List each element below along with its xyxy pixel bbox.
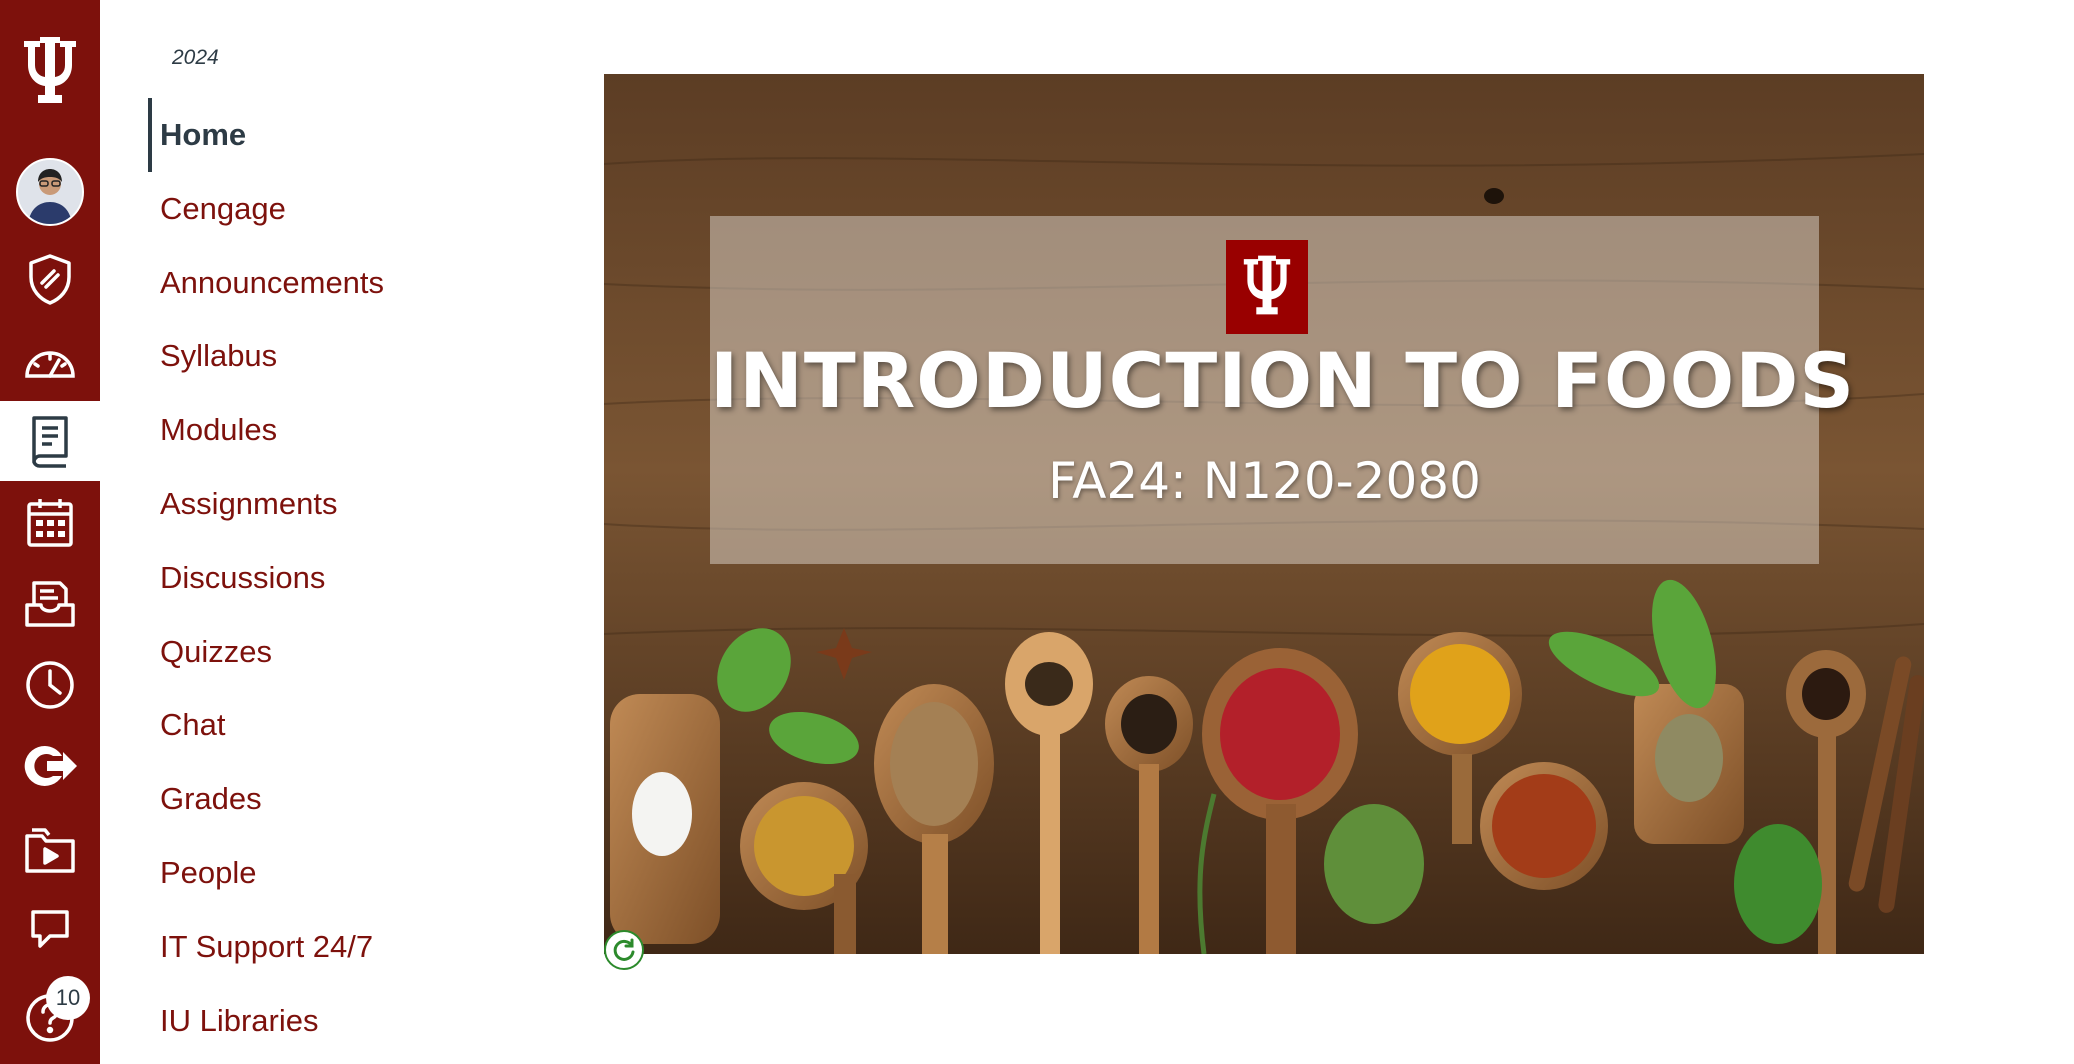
inbox-nav-item[interactable] [0, 564, 100, 644]
help-notification-badge: 10 [46, 976, 90, 1020]
course-term: 2024 [172, 46, 219, 69]
course-nav-assignments[interactable]: Assignments [148, 467, 384, 541]
course-nav-announcements[interactable]: Announcements [148, 246, 384, 320]
avatar [16, 158, 84, 226]
history-nav-item[interactable] [0, 645, 100, 725]
studio-nav-item[interactable] [0, 808, 100, 888]
feedback-nav-item[interactable] [0, 889, 100, 969]
admin-shield-icon [25, 253, 75, 305]
commons-icon [23, 744, 77, 788]
course-title-panel: INTRODUCTION TO FOODS FA24: N120-2080 [710, 216, 1856, 564]
course-nav-syllabus[interactable]: Syllabus [148, 319, 384, 393]
iu-trident-icon [21, 33, 79, 107]
global-navigation: 10 [0, 0, 100, 1064]
calendar-nav-item[interactable] [0, 482, 100, 562]
dashboard-icon [23, 340, 77, 380]
iu-trident-icon [1241, 252, 1293, 323]
course-nav-quizzes[interactable]: Quizzes [148, 615, 384, 689]
account-nav-item[interactable] [0, 152, 100, 232]
course-nav-cengage[interactable]: Cengage [148, 172, 384, 246]
dashboard-nav-item[interactable] [0, 320, 100, 400]
feedback-icon [28, 907, 72, 951]
course-nav-home[interactable]: Home [148, 98, 384, 172]
courses-icon [28, 414, 72, 468]
course-nav-discussions[interactable]: Discussions [148, 541, 384, 615]
courses-nav-item[interactable] [0, 401, 100, 481]
course-nav-iu-libraries[interactable]: IU Libraries [148, 984, 384, 1058]
course-nav-chat[interactable]: Chat [148, 688, 384, 762]
commons-nav-item[interactable] [0, 726, 100, 806]
inbox-icon [24, 579, 76, 629]
iu-logo [1226, 240, 1308, 334]
refresh-icon[interactable] [604, 930, 644, 970]
course-navigation: 2024 Home Cengage Announcements Syllabus… [148, 0, 568, 1064]
course-title: INTRODUCTION TO FOODS [710, 336, 1856, 425]
course-banner-image: INTRODUCTION TO FOODS FA24: N120-2080 [604, 74, 1924, 954]
admin-nav-item[interactable] [0, 239, 100, 319]
course-nav-it-support[interactable]: IT Support 24/7 [148, 910, 384, 984]
iu-logo-link[interactable] [0, 30, 100, 110]
course-code: FA24: N120-2080 [1048, 452, 1481, 510]
studio-icon [24, 822, 76, 874]
canvas-course-home: 10 2024 Home Cengage Announcements Sylla… [0, 0, 2074, 1064]
course-nav-people[interactable]: People [148, 836, 384, 910]
course-nav-modules[interactable]: Modules [148, 393, 384, 467]
history-icon [24, 659, 76, 711]
course-nav-list: Home Cengage Announcements Syllabus Modu… [148, 98, 384, 1057]
course-nav-grades[interactable]: Grades [148, 762, 384, 836]
calendar-icon [26, 496, 74, 548]
